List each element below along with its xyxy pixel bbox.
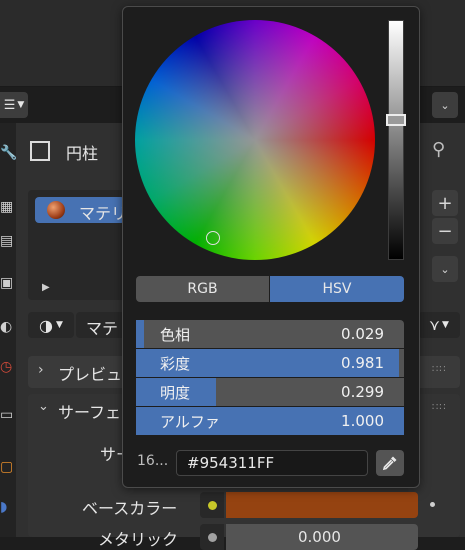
- base-color-swatch[interactable]: [226, 492, 418, 518]
- object-icon: [30, 141, 50, 161]
- wheel-cursor[interactable]: [206, 231, 220, 245]
- alpha-label: アルファ: [160, 412, 220, 431]
- hue-label: 色相: [160, 325, 191, 344]
- chevron-right-icon: ›: [38, 362, 44, 378]
- drag-handle-icon[interactable]: ∷∷: [432, 402, 447, 413]
- saturation-label: 彩度: [160, 354, 191, 373]
- hsv-mode-button[interactable]: HSV: [270, 276, 404, 302]
- surface-panel-title: サーフェ: [58, 403, 122, 422]
- value-value: 0.299: [341, 383, 384, 401]
- metallic-label: メタリック: [98, 530, 179, 549]
- editor-type-icon: ☰: [3, 97, 16, 113]
- hex-input[interactable]: #954311FF: [176, 450, 368, 476]
- object-name: 円柱: [66, 144, 99, 163]
- metallic-socket[interactable]: [200, 524, 224, 550]
- socket-dot-icon: [207, 500, 217, 510]
- chevron-down-icon: ⌄: [440, 262, 450, 276]
- chevron-down-icon: ▼: [17, 100, 25, 110]
- material-sphere-icon: ◑: [39, 315, 54, 335]
- hue-field[interactable]: 色相 0.029: [136, 320, 404, 348]
- metallic-field[interactable]: 0.000: [226, 524, 418, 550]
- world-tab-icon[interactable]: ◷: [0, 359, 12, 375]
- remove-slot-button[interactable]: −: [432, 218, 458, 244]
- add-slot-button[interactable]: +: [432, 190, 458, 216]
- keyframe-dot-icon[interactable]: [430, 502, 435, 507]
- rgb-mode-button[interactable]: RGB: [136, 276, 269, 302]
- eyedropper-button[interactable]: [376, 450, 404, 476]
- slot-specials-button[interactable]: ⌄: [432, 256, 458, 282]
- plus-icon: +: [437, 192, 453, 214]
- object-tab-icon[interactable]: ▭: [0, 407, 13, 423]
- value-slider-handle[interactable]: [386, 114, 406, 126]
- base-color-socket[interactable]: [200, 492, 224, 518]
- shader-node-icon: ⋎: [429, 316, 441, 334]
- saturation-value: 0.981: [341, 354, 384, 372]
- chevron-down-icon: ▼: [442, 320, 449, 330]
- hex-label: 16...: [137, 453, 169, 469]
- editor-type-menu[interactable]: ☰ ▼: [0, 92, 28, 118]
- hue-fill: [136, 320, 144, 348]
- material-sphere-icon: [47, 201, 65, 219]
- hue-value: 0.029: [341, 325, 384, 343]
- chevron-down-icon: ▼: [56, 320, 63, 330]
- value-slider[interactable]: [388, 20, 404, 260]
- hue-saturation-wheel[interactable]: [135, 20, 375, 260]
- material-name-field[interactable]: マテ: [76, 312, 126, 338]
- output-tab-icon[interactable]: ▤: [0, 233, 13, 249]
- pin-icon[interactable]: ⚲: [432, 139, 445, 160]
- render-tab-icon[interactable]: ▦: [0, 199, 13, 215]
- material-tab-icon[interactable]: ◗: [0, 499, 7, 515]
- options-dropdown-button[interactable]: ⌄: [432, 92, 458, 118]
- alpha-value: 1.000: [341, 412, 384, 430]
- chevron-down-icon: ⌄: [38, 399, 49, 414]
- tool-tab-icon[interactable]: 🔧: [0, 145, 17, 161]
- material-slot-item[interactable]: マテリ: [35, 197, 128, 223]
- metallic-value: 0.000: [298, 528, 341, 546]
- material-slot-name: マテリ: [79, 204, 128, 223]
- preview-panel-title: プレビュ: [58, 365, 123, 384]
- drag-handle-icon[interactable]: ∷∷: [432, 364, 447, 375]
- shader-node-button[interactable]: ⋎ ▼: [418, 312, 460, 338]
- value-label: 明度: [160, 383, 191, 402]
- saturation-field[interactable]: 彩度 0.981: [136, 349, 404, 377]
- value-field[interactable]: 明度 0.299: [136, 378, 404, 406]
- scene-tab-icon[interactable]: ◐: [0, 319, 12, 335]
- socket-dot-icon: [207, 532, 217, 542]
- material-name: マテ: [86, 319, 119, 338]
- view-layer-tab-icon[interactable]: ▣: [0, 275, 13, 291]
- modifier-tab-icon[interactable]: ▢: [0, 459, 13, 475]
- browse-material-button[interactable]: ◑ ▼: [28, 312, 74, 338]
- chevron-down-icon: ⌄: [440, 98, 450, 112]
- alpha-field[interactable]: アルファ 1.000: [136, 407, 404, 435]
- eyedropper-icon: [382, 456, 397, 471]
- minus-icon: −: [437, 220, 453, 242]
- base-color-label: ベースカラー: [82, 499, 178, 518]
- triangle-right-icon[interactable]: ▶: [42, 282, 50, 293]
- properties-tab-strip: 🔧 ▦ ▤ ▣ ◐ ◷ ▭ ▢ ◗: [0, 123, 17, 537]
